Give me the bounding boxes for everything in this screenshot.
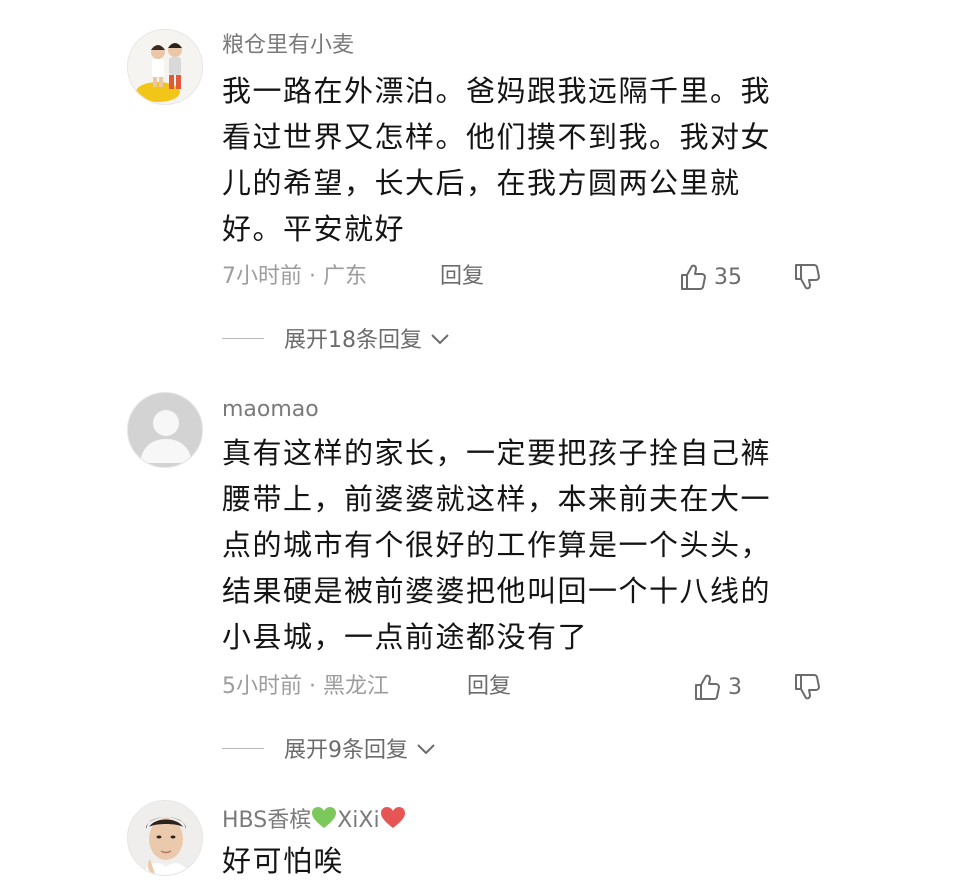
- comment-username[interactable]: 粮仓里有小麦: [222, 35, 354, 57]
- dislike-button[interactable]: [792, 672, 826, 706]
- thumbs-up-icon: [681, 264, 706, 290]
- comment-body-line: 看过世界又怎样。他们摸不到我。我对女: [222, 120, 772, 154]
- divider-line: [222, 337, 264, 339]
- comment-body-line: 腰带上，前婆婆就这样，本来前夫在大一: [222, 482, 772, 516]
- green-heart-emoji: [312, 807, 337, 828]
- username-text: HBS香槟: [222, 808, 312, 833]
- comment-body-line: 好可怕唉: [222, 844, 345, 878]
- reply-button[interactable]: 回复: [467, 676, 511, 698]
- comment-body-line: 儿的希望，长大后，在我方圆两公里就: [222, 166, 741, 200]
- thumbs-down-icon: [795, 674, 820, 700]
- comment-body-line: 我一路在外漂泊。爸妈跟我远隔千里。我: [222, 74, 772, 108]
- comment-body-line: 点的城市有个很好的工作算是一个头头，: [222, 528, 772, 562]
- comment-time-location: 7小时前 · 广东: [222, 264, 367, 289]
- chevron-down-icon: [417, 744, 435, 755]
- chevron-down-icon: [431, 334, 449, 345]
- comment-body-line: 结果硬是被前婆婆把他叫回一个十八线的: [222, 574, 772, 608]
- avatar[interactable]: [127, 800, 203, 876]
- expand-replies-label: 展开18条回复: [284, 328, 422, 353]
- default-avatar-icon: [128, 393, 202, 467]
- avatar[interactable]: [127, 392, 203, 468]
- avatar[interactable]: [127, 29, 203, 105]
- expand-replies-button[interactable]: 展开18条回复: [222, 323, 452, 353]
- comment-body-line: 好。平安就好: [222, 212, 406, 246]
- like-count: 35: [714, 264, 742, 290]
- comment-body: 好可怕唉: [222, 838, 822, 884]
- comment-username[interactable]: maomao: [222, 399, 319, 421]
- comment-body: 真有这样的家长，一定要把孩子拴自己裤 腰带上，前婆婆就这样，本来前夫在大一 点的…: [222, 430, 822, 660]
- dislike-button[interactable]: [792, 262, 826, 296]
- divider-line: [222, 747, 264, 749]
- comment-body: 我一路在外漂泊。爸妈跟我远隔千里。我 看过世界又怎样。他们摸不到我。我对女 儿的…: [222, 68, 822, 252]
- thumbs-down-icon: [795, 264, 820, 290]
- avatar-person-photo: [128, 801, 202, 875]
- like-button[interactable]: 35: [678, 260, 742, 294]
- like-count: 3: [728, 674, 742, 700]
- reply-button[interactable]: 回复: [440, 266, 484, 288]
- comment-body-line: 小县城，一点前途都没有了: [222, 620, 589, 654]
- expand-replies-button[interactable]: 展开9条回复: [222, 733, 438, 763]
- avatar-children-image: [128, 30, 202, 104]
- red-heart-emoji: [380, 807, 405, 828]
- comment-time-location: 5小时前 · 黑龙江: [222, 674, 389, 699]
- thumbs-up-icon: [695, 674, 720, 700]
- username-text-2: XiXi: [337, 808, 380, 833]
- comment-username[interactable]: HBS香槟 XiXi: [222, 806, 406, 832]
- comment-body-line: 真有这样的家长，一定要把孩子拴自己裤: [222, 436, 772, 470]
- expand-replies-label: 展开9条回复: [284, 738, 408, 763]
- like-button[interactable]: 3: [692, 670, 742, 704]
